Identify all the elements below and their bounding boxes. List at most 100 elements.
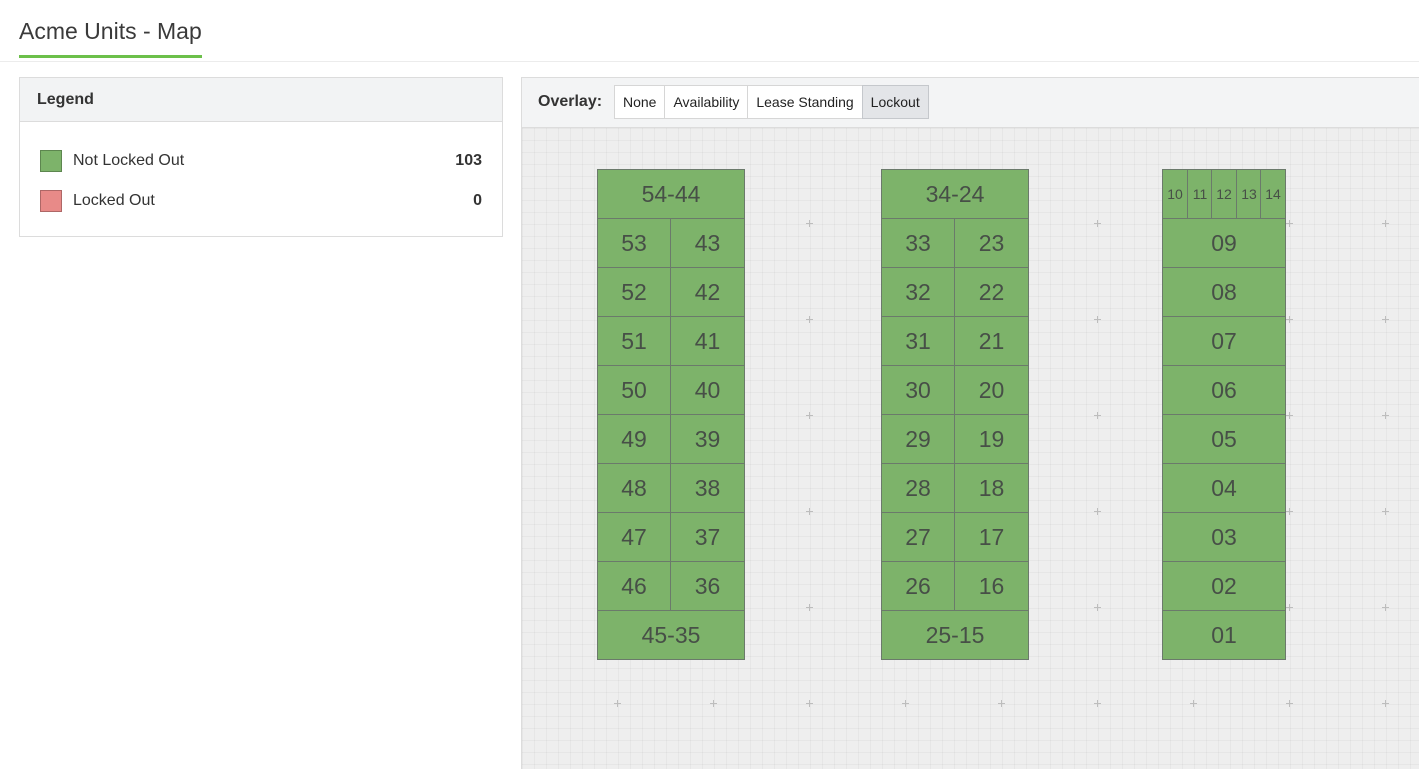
unit-10[interactable]: 10	[1162, 169, 1188, 219]
unit-36[interactable]: 36	[670, 561, 745, 611]
legend-title: Legend	[20, 78, 502, 122]
grid-marker	[1190, 700, 1197, 707]
unit-46[interactable]: 46	[597, 561, 671, 611]
grid-marker	[1286, 316, 1293, 323]
unit-12[interactable]: 12	[1211, 169, 1237, 219]
unit-40[interactable]: 40	[670, 365, 745, 415]
unit-39[interactable]: 39	[670, 414, 745, 464]
unit-09[interactable]: 09	[1162, 218, 1286, 268]
grid-marker	[1094, 316, 1101, 323]
overlay-availability-button[interactable]: Availability	[664, 85, 749, 119]
grid-marker	[1286, 508, 1293, 515]
grid-marker	[806, 412, 813, 419]
unit-37[interactable]: 37	[670, 512, 745, 562]
page-header: Acme Units - Map	[0, 0, 1419, 62]
overlay-lease-standing-button[interactable]: Lease Standing	[747, 85, 863, 119]
grid-marker	[806, 508, 813, 515]
grid-marker	[1382, 700, 1389, 707]
unit-48[interactable]: 48	[597, 463, 671, 513]
unit-50[interactable]: 50	[597, 365, 671, 415]
grid-marker	[1094, 700, 1101, 707]
overlay-none-button[interactable]: None	[614, 85, 666, 119]
unit-51[interactable]: 51	[597, 316, 671, 366]
legend-label: Not Locked Out	[73, 152, 185, 169]
grid-marker	[806, 700, 813, 707]
grid-marker	[1286, 220, 1293, 227]
legend-item-not-locked-out: Not Locked Out 103	[40, 149, 482, 173]
unit-34-24[interactable]: 34-24	[881, 169, 1029, 219]
grid-marker	[806, 604, 813, 611]
unit-43[interactable]: 43	[670, 218, 745, 268]
legend-count: 103	[455, 152, 482, 169]
grid-marker	[806, 220, 813, 227]
grid-marker	[710, 700, 717, 707]
grid-marker	[1286, 604, 1293, 611]
grid-marker	[614, 700, 621, 707]
unit-29[interactable]: 29	[881, 414, 955, 464]
grid-marker	[998, 700, 1005, 707]
grid-marker	[1094, 604, 1101, 611]
unit-41[interactable]: 41	[670, 316, 745, 366]
unit-17[interactable]: 17	[954, 512, 1029, 562]
unit-05[interactable]: 05	[1162, 414, 1286, 464]
unit-16[interactable]: 16	[954, 561, 1029, 611]
grid-marker	[1382, 220, 1389, 227]
grid-marker	[1382, 316, 1389, 323]
grid-marker	[806, 316, 813, 323]
grid-marker	[1286, 700, 1293, 707]
map-panel: Overlay: None Availability Lease Standin…	[521, 77, 1419, 769]
overlay-toolbar: Overlay: None Availability Lease Standin…	[522, 78, 1419, 128]
overlay-label: Overlay:	[538, 93, 603, 110]
grid-marker	[1286, 412, 1293, 419]
unit-54-44[interactable]: 54-44	[597, 169, 745, 219]
legend-count: 0	[473, 192, 482, 209]
grid-marker	[1094, 412, 1101, 419]
unit-30[interactable]: 30	[881, 365, 955, 415]
unit-28[interactable]: 28	[881, 463, 955, 513]
grid-marker	[1094, 508, 1101, 515]
map-canvas[interactable]: 54-44 53 52 51 50 49 48 47 46 43 42 41 40 39 38 37 36 45-…	[522, 128, 1419, 769]
unit-47[interactable]: 47	[597, 512, 671, 562]
unit-31[interactable]: 31	[881, 316, 955, 366]
grid-marker	[1382, 412, 1389, 419]
unit-23[interactable]: 23	[954, 218, 1029, 268]
unit-06[interactable]: 06	[1162, 365, 1286, 415]
unit-02[interactable]: 02	[1162, 561, 1286, 611]
unit-38[interactable]: 38	[670, 463, 745, 513]
unit-08[interactable]: 08	[1162, 267, 1286, 317]
unit-25-15[interactable]: 25-15	[881, 610, 1029, 660]
unit-52[interactable]: 52	[597, 267, 671, 317]
unit-18[interactable]: 18	[954, 463, 1029, 513]
unit-03[interactable]: 03	[1162, 512, 1286, 562]
legend-label: Locked Out	[73, 192, 155, 209]
unit-01[interactable]: 01	[1162, 610, 1286, 660]
legend-panel: Legend Not Locked Out 103 Locked Out 0	[19, 77, 503, 237]
overlay-lockout-button[interactable]: Lockout	[861, 85, 929, 119]
unit-04[interactable]: 04	[1162, 463, 1286, 513]
unit-21[interactable]: 21	[954, 316, 1029, 366]
grid-marker	[902, 700, 909, 707]
unit-53[interactable]: 53	[597, 218, 671, 268]
unit-07[interactable]: 07	[1162, 316, 1286, 366]
unit-19[interactable]: 19	[954, 414, 1029, 464]
unit-33[interactable]: 33	[881, 218, 955, 268]
overlay-button-group: None Availability Lease Standing Lockout	[614, 85, 929, 119]
unit-14[interactable]: 14	[1260, 169, 1286, 219]
unit-26[interactable]: 26	[881, 561, 955, 611]
grid-marker	[1382, 604, 1389, 611]
unit-49[interactable]: 49	[597, 414, 671, 464]
unit-27[interactable]: 27	[881, 512, 955, 562]
unit-45-35[interactable]: 45-35	[597, 610, 745, 660]
unit-13[interactable]: 13	[1236, 169, 1262, 219]
legend-item-locked-out: Locked Out 0	[40, 189, 482, 213]
unit-32[interactable]: 32	[881, 267, 955, 317]
page-title: Acme Units - Map	[19, 17, 202, 58]
unit-20[interactable]: 20	[954, 365, 1029, 415]
legend-swatch-not-locked-out	[40, 150, 62, 172]
grid-marker	[1382, 508, 1389, 515]
unit-22[interactable]: 22	[954, 267, 1029, 317]
grid-marker	[1094, 220, 1101, 227]
unit-11[interactable]: 11	[1187, 169, 1213, 219]
legend-swatch-locked-out	[40, 190, 62, 212]
unit-42[interactable]: 42	[670, 267, 745, 317]
